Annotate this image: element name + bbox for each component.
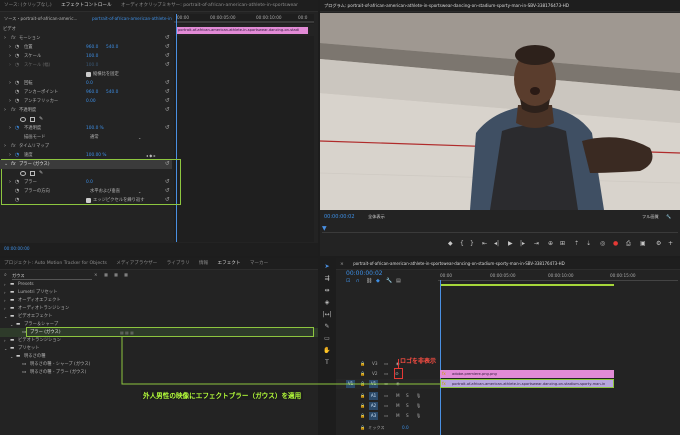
- connector-lines: [121, 336, 440, 385]
- apply-effect-annotation: 外人男性の映像にエフェクトブラー（ガウス）を適用: [141, 390, 304, 400]
